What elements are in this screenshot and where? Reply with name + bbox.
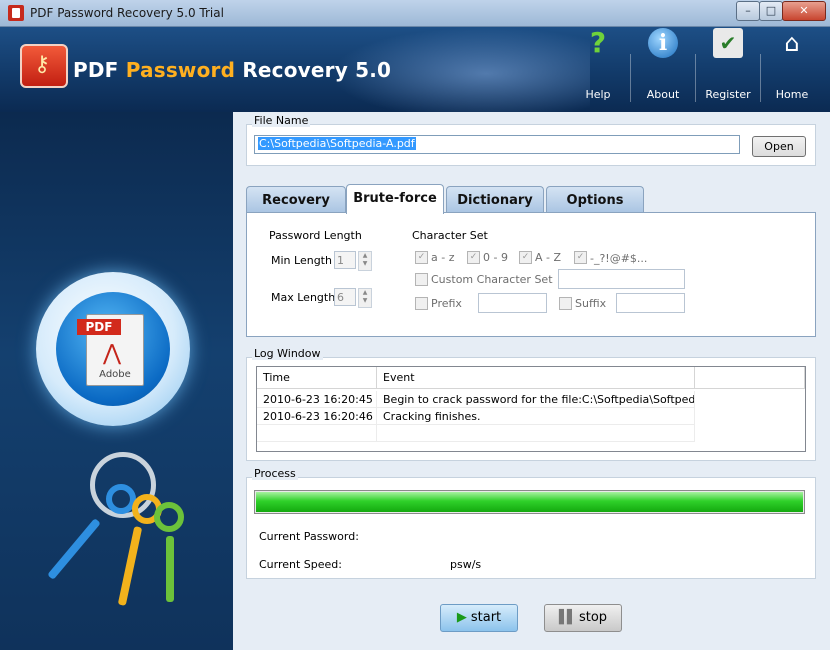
custom-charset-checkbox[interactable]: [415, 273, 428, 286]
blue-key-shaft: [47, 518, 101, 580]
log-row-event: Begin to crack password for the file:C:\…: [377, 391, 695, 408]
register-label: Register: [705, 88, 751, 101]
suffix-input[interactable]: [616, 293, 685, 313]
pdf-emblem: PDF ⋀ Adobe: [36, 272, 190, 426]
logo-word-pdf: PDF: [73, 58, 119, 82]
register-icon: ✔: [713, 28, 743, 58]
nav-separator: [630, 54, 631, 102]
log-row-event: Cracking finishes.: [377, 408, 695, 425]
custom-charset-input[interactable]: [558, 269, 685, 289]
play-icon: ▶: [456, 610, 467, 625]
prefix-input[interactable]: [478, 293, 547, 313]
max-length-input[interactable]: 6: [334, 288, 356, 306]
logo-word-recovery: Recovery 5.0: [242, 58, 392, 82]
log-row-time: 2010-6-23 16:20:46: [257, 408, 377, 425]
max-length-stepper[interactable]: ▲ ▼: [358, 288, 372, 308]
close-button[interactable]: ✕: [782, 1, 826, 21]
help-icon: ?: [589, 26, 607, 59]
tab-recovery[interactable]: Recovery: [246, 186, 346, 213]
stop-button[interactable]: ▌▌ stop: [544, 604, 622, 632]
pause-icon: ▌▌: [558, 610, 577, 625]
app-window: PDF Password Recovery 5.0 Trial – □ ✕ ⚷ …: [0, 0, 830, 650]
prefix-label: Prefix: [431, 297, 462, 310]
home-label: Home: [775, 88, 809, 101]
help-button[interactable]: ? Help: [568, 28, 628, 103]
character-set-label: Character Set: [412, 229, 488, 242]
file-path-text: C:\Softpedia\Softpedia-A.pdf: [258, 137, 416, 150]
home-icon: ⌂: [784, 29, 800, 57]
about-label: About: [646, 88, 680, 101]
nav-separator: [695, 54, 696, 102]
pdf-document-icon: PDF ⋀ Adobe: [77, 314, 144, 386]
charset-az-label: a - z: [431, 251, 455, 264]
current-speed-unit: psw/s: [450, 558, 482, 571]
charset-AZ-checkbox[interactable]: ✓: [519, 251, 532, 264]
start-button[interactable]: ▶ start: [440, 604, 518, 632]
gold-key-shaft: [117, 526, 143, 606]
info-icon: i: [648, 28, 678, 58]
tab-options[interactable]: Options: [546, 186, 644, 213]
register-button[interactable]: ✔ Register: [698, 28, 758, 103]
log-column-event[interactable]: Event: [377, 367, 695, 389]
home-button[interactable]: ⌂ Home: [762, 28, 822, 103]
file-path-input[interactable]: C:\Softpedia\Softpedia-A.pdf: [254, 135, 740, 154]
key-icon: ⚷: [34, 52, 51, 77]
charset-symbols-label: -_?!@#$...: [590, 252, 648, 265]
minimize-button[interactable]: –: [736, 1, 760, 21]
current-password-label: Current Password:: [259, 530, 359, 543]
logo-word-password: Password: [125, 58, 236, 82]
charset-symbols-checkbox[interactable]: ✓: [574, 251, 587, 264]
file-name-label: File Name: [252, 114, 311, 127]
green-key-icon: [154, 502, 184, 532]
maximize-button[interactable]: □: [759, 1, 783, 21]
charset-AZ-label: A - Z: [535, 251, 562, 264]
title-bar: PDF Password Recovery 5.0 Trial – □ ✕: [0, 0, 830, 27]
min-length-input[interactable]: 1: [334, 251, 356, 269]
acrobat-icon: ⋀: [103, 341, 122, 366]
log-column-time[interactable]: Time: [257, 367, 377, 389]
help-label: Help: [585, 88, 611, 101]
adobe-caption: Adobe: [99, 369, 131, 380]
custom-charset-label: Custom Character Set: [431, 273, 553, 286]
charset-az-checkbox[interactable]: ✓: [415, 251, 428, 264]
suffix-label: Suffix: [575, 297, 607, 310]
pdf-emblem-inner: PDF ⋀ Adobe: [56, 292, 170, 406]
process-label: Process: [252, 467, 298, 480]
charset-09-label: 0 - 9: [483, 251, 508, 264]
sidebar-artwork: PDF ⋀ Adobe: [0, 112, 233, 650]
log-column-empty: [695, 367, 805, 389]
tab-brute-force[interactable]: Brute-force: [346, 184, 444, 214]
stop-label: stop: [578, 610, 608, 625]
min-length-label: Min Length: [271, 254, 332, 267]
min-length-stepper[interactable]: ▲ ▼: [358, 251, 372, 271]
start-label: start: [470, 610, 502, 625]
suffix-checkbox[interactable]: [559, 297, 572, 310]
log-window-label: Log Window: [252, 347, 323, 360]
log-list[interactable]: Time Event 2010-6-23 16:20:45 Begin to c…: [256, 366, 806, 452]
tab-dictionary[interactable]: Dictionary: [446, 186, 544, 213]
app-logo-title: PDF Password Recovery 5.0: [73, 58, 391, 82]
log-row-empty: [377, 425, 695, 442]
green-key-shaft: [166, 536, 174, 602]
log-row-empty: [257, 425, 377, 442]
charset-09-checkbox[interactable]: ✓: [467, 251, 480, 264]
keys-illustration: [40, 452, 200, 622]
app-icon: [8, 5, 24, 21]
nav-separator: [760, 54, 761, 102]
window-title: PDF Password Recovery 5.0 Trial: [30, 6, 224, 20]
pdf-tag: PDF: [77, 319, 121, 335]
open-button[interactable]: Open: [752, 136, 806, 157]
password-length-label: Password Length: [269, 229, 362, 242]
progress-bar: [254, 490, 805, 514]
app-logo-icon: ⚷: [20, 44, 68, 88]
log-row-time: 2010-6-23 16:20:45: [257, 391, 377, 408]
max-length-label: Max Length: [271, 291, 336, 304]
prefix-checkbox[interactable]: [415, 297, 428, 310]
current-speed-label: Current Speed:: [259, 558, 342, 571]
about-button[interactable]: i About: [633, 28, 693, 103]
progress-fill: [256, 492, 803, 512]
